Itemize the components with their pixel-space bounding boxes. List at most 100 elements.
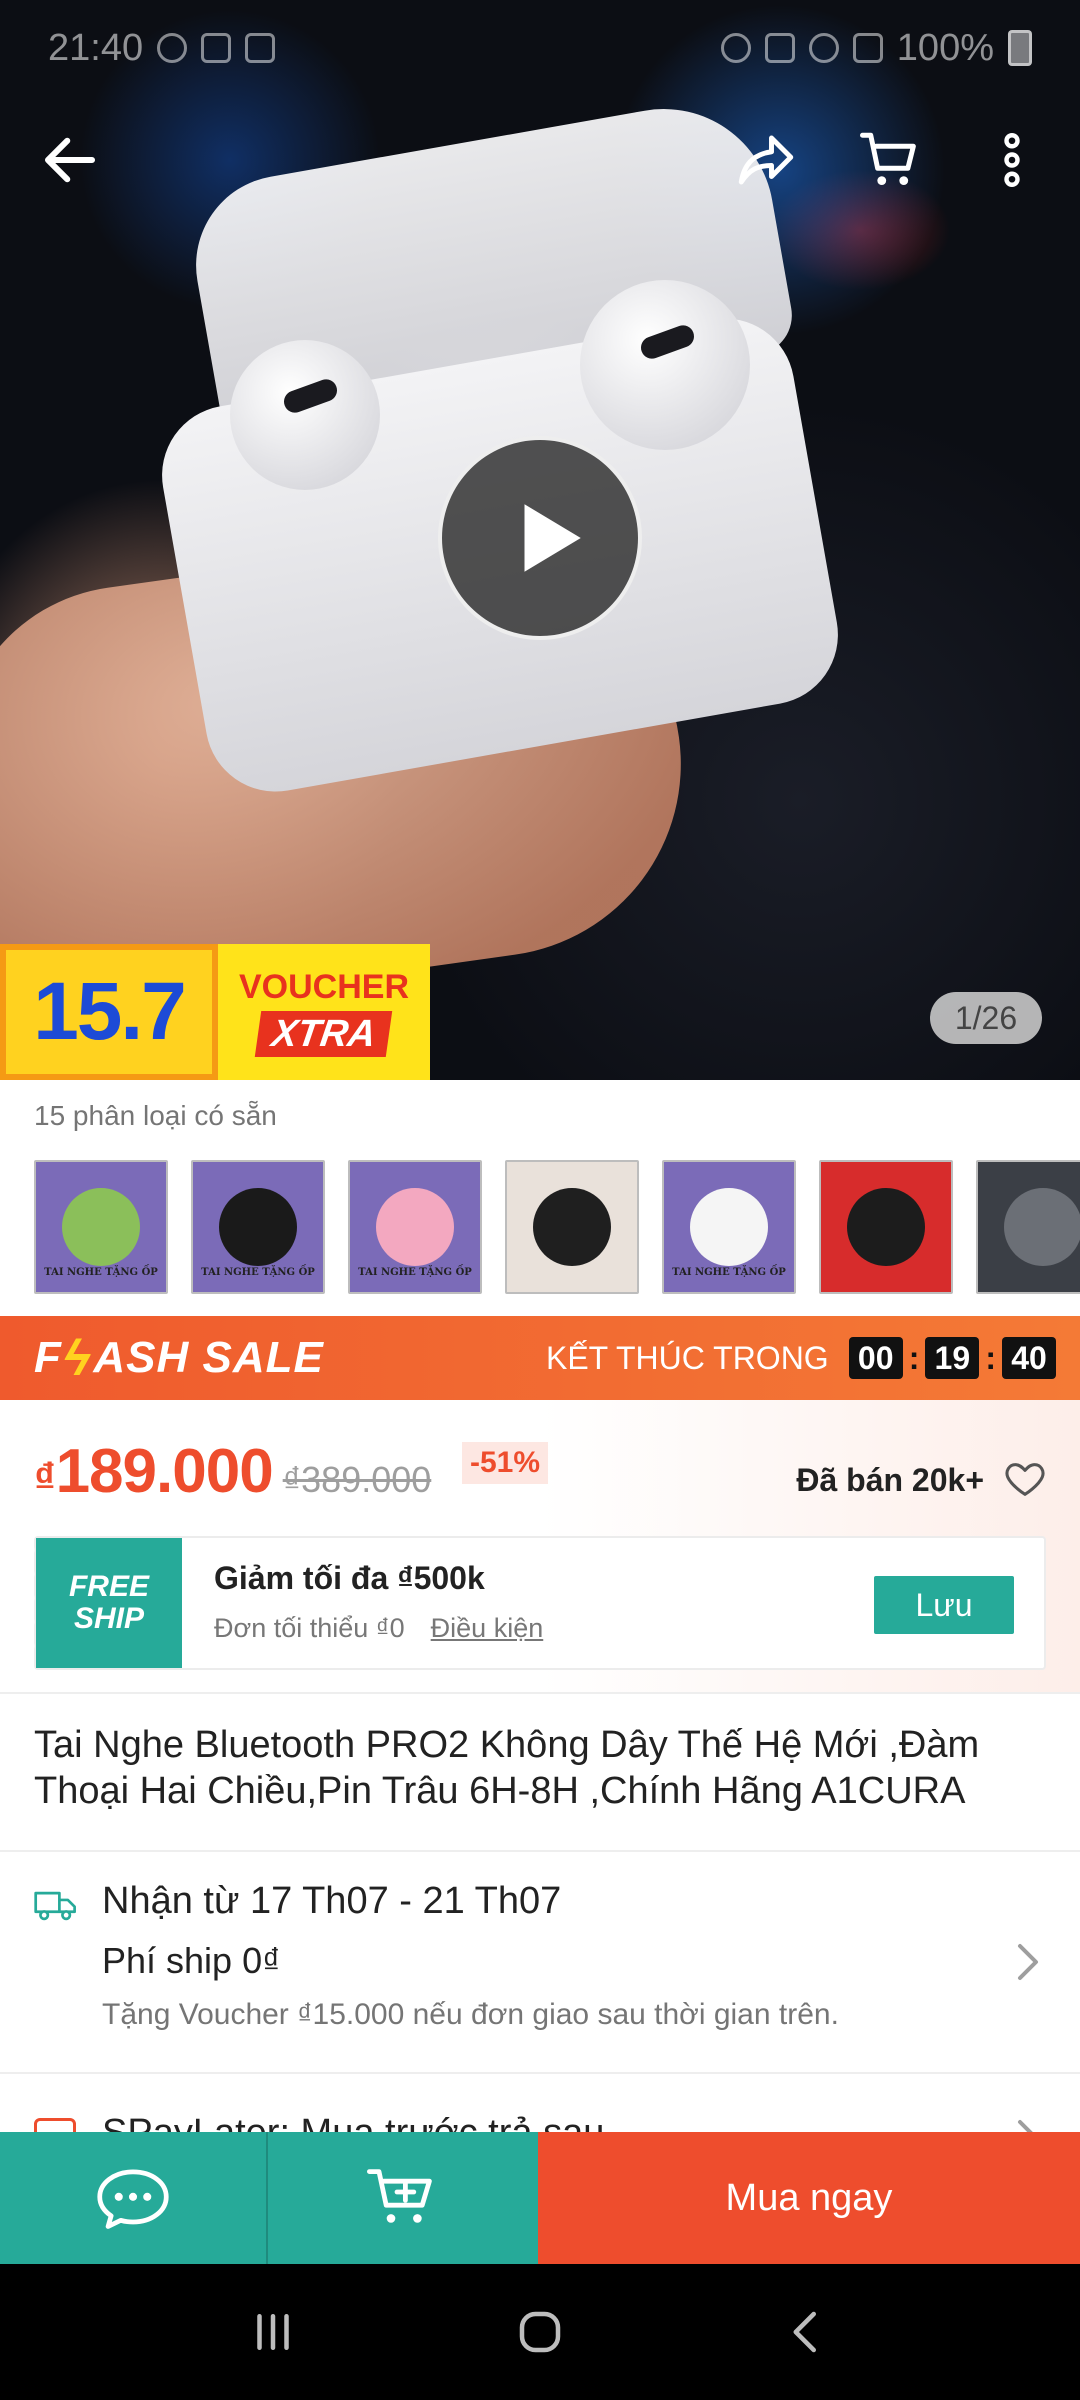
discount-badge: -51% [462,1442,549,1484]
recent-apps-button[interactable] [228,2287,318,2377]
truck-icon [34,1891,76,1921]
divider [0,1692,1080,1694]
flash-sale-bar: Fϟ ASH SALE KẾT THÚC TRONG 00 : 19 : 40 [0,1316,1080,1400]
variant-caption: TAI NGHE TẶNG ỐP [201,1267,315,1278]
variant-case-image [219,1188,297,1266]
earbud-right-image-part [580,280,750,450]
save-voucher-button[interactable]: Lưu [874,1576,1014,1634]
battery-icon [1008,30,1032,66]
sold-count: Đã bán 20k+ [796,1462,984,1498]
timer-minutes: 19 [925,1337,980,1379]
back-nav-button[interactable] [762,2287,852,2377]
voucher-conditions-link[interactable]: Điều kiện [431,1613,544,1644]
back-button[interactable] [20,110,120,210]
notification-icon [201,33,232,63]
buy-now-button[interactable]: Mua ngay [538,2132,1080,2264]
battery-percent: 100% [896,26,994,69]
image-counter: 1/26 [930,992,1042,1044]
share-button[interactable] [716,110,816,210]
free-ship-line2: SHIP [73,1602,145,1635]
status-time: 21:40 [48,26,144,69]
voucher-min-order: Đơn tối thiểu ₫0 [214,1613,405,1643]
play-icon [524,504,581,572]
variant-caption: TAI NGHE TẶNG ỐP [44,1267,158,1278]
add-to-cart-icon [367,2169,432,2223]
chevron-right-icon [1018,1944,1038,1980]
flash-logo-rest: ASH SALE [93,1333,324,1382]
more-vertical-icon [1004,133,1020,187]
timer-colon: : [908,1339,920,1376]
variants-count-label: 15 phân loại có sẵn [34,1100,277,1131]
countdown-timer: 00 : 19 : 40 [848,1337,1056,1379]
variant-case-image [1004,1188,1080,1266]
product-title: Tai Nghe Bluetooth PRO2 Không Dây Thế Hệ… [34,1724,980,1812]
alarm-icon [720,33,751,63]
shipping-voucher-note: Tặng Voucher ₫15.000 nếu đơn giao sau th… [102,1998,839,2031]
cart-button[interactable] [840,110,940,210]
timer-seconds: 40 [1002,1337,1056,1379]
cart-icon [860,132,916,186]
variant-thumbnails: TAI NGHE TẶNG ỐP TAI NGHE TẶNG ỐP TAI NGHE… [34,1160,1080,1294]
current-price: 189.000 [55,1437,274,1506]
chevron-right-icon [1018,2120,1033,2132]
variant-thumbnail[interactable]: TAI NGHE TẶNG ỐP [34,1160,168,1294]
spaylater-text: SPayLater: Mua trước trả sau [102,2112,604,2132]
voucher-title: Giảm tối đa ₫500k [214,1560,485,1596]
earbud-left-image-part [230,340,380,490]
variant-thumbnail[interactable] [819,1160,953,1294]
original-price: ₫389.000 [282,1459,432,1500]
home-icon [519,2311,561,2353]
variant-thumbnail[interactable] [976,1160,1080,1294]
flash-logo-f: F [34,1333,62,1382]
promo-badge-157: 15.7 [0,944,218,1080]
variant-caption: TAI NGHE TẶNG ỐP [672,1267,786,1278]
voucher-sub: Đơn tối thiểu ₫0 Điều kiện [214,1613,543,1644]
status-bar: 21:40 100% [0,0,1080,96]
flash-ends-label: KẾT THÚC TRONG [545,1339,829,1376]
free-ship-badge: FREE SHIP [28,1538,182,1668]
notification-icon [157,33,188,63]
variant-thumbnail[interactable] [505,1160,639,1294]
signal-icon [852,33,883,63]
free-ship-line1: FREE [68,1570,149,1603]
timer-colon: : [985,1339,996,1376]
variant-thumbnail[interactable]: TAI NGHE TẶNG ỐP [191,1160,325,1294]
heart-icon[interactable] [1002,1456,1048,1502]
price-currency: ₫ [34,1454,56,1501]
variant-thumbnail[interactable]: TAI NGHE TẶNG ỐP [348,1160,482,1294]
chevron-left-icon [793,2311,816,2353]
share-icon [738,135,794,185]
voucher-info: Giảm tối đa ₫500k Đơn tối thiểu ₫0 Điều … [182,1538,543,1668]
more-options-button[interactable] [962,110,1062,210]
product-image-gallery[interactable]: 21:40 100% 15.7 VOUCHER XTRA 1/26 [0,0,1080,1080]
top-action-bar [0,110,1080,210]
variant-caption: TAI NGHE TẶNG ỐP [358,1267,472,1278]
variant-case-image [690,1188,768,1266]
image-icon [245,33,276,63]
promo-157-text: 15.7 [33,966,187,1057]
voucher-label: VOUCHER [238,968,410,1006]
recent-apps-icon [257,2314,290,2350]
variant-case-image [376,1188,454,1266]
variant-case-image [62,1188,140,1266]
variant-case-image [847,1188,925,1266]
price-section: ₫ 189.000 ₫389.000 -51% Đã bán 20k+ FREE… [0,1400,1080,1692]
promo-voucher-xtra: VOUCHER XTRA [218,944,430,1080]
shipping-info-row[interactable]: Nhận từ 17 Th07 - 21 Th07 Phí ship 0₫ Tặ… [0,1850,1080,2072]
variant-thumbnail[interactable]: TAI NGHE TẶNG ỐP [662,1160,796,1294]
spaylater-icon [34,2118,76,2132]
xtra-label: XTRA [255,1011,393,1057]
timer-hours: 00 [848,1337,903,1379]
play-video-button[interactable] [438,436,642,640]
voucher-card[interactable]: FREE SHIP Giảm tối đa ₫500k Đơn tối thiể… [28,1536,1046,1670]
wifi-icon [808,33,839,63]
spaylater-row[interactable]: SPayLater: Mua trước trả sau [0,2074,1080,2132]
shipping-fee: Phí ship 0₫ [102,1940,281,1981]
back-arrow-icon [44,137,96,183]
home-button[interactable] [495,2287,585,2377]
add-to-cart-button[interactable] [268,2132,538,2264]
price-row: ₫ 189.000 ₫389.000 [34,1436,431,1507]
chat-icon [97,2169,169,2229]
flash-sale-logo: Fϟ ASH SALE [34,1329,324,1387]
chat-button[interactable] [0,2132,268,2264]
